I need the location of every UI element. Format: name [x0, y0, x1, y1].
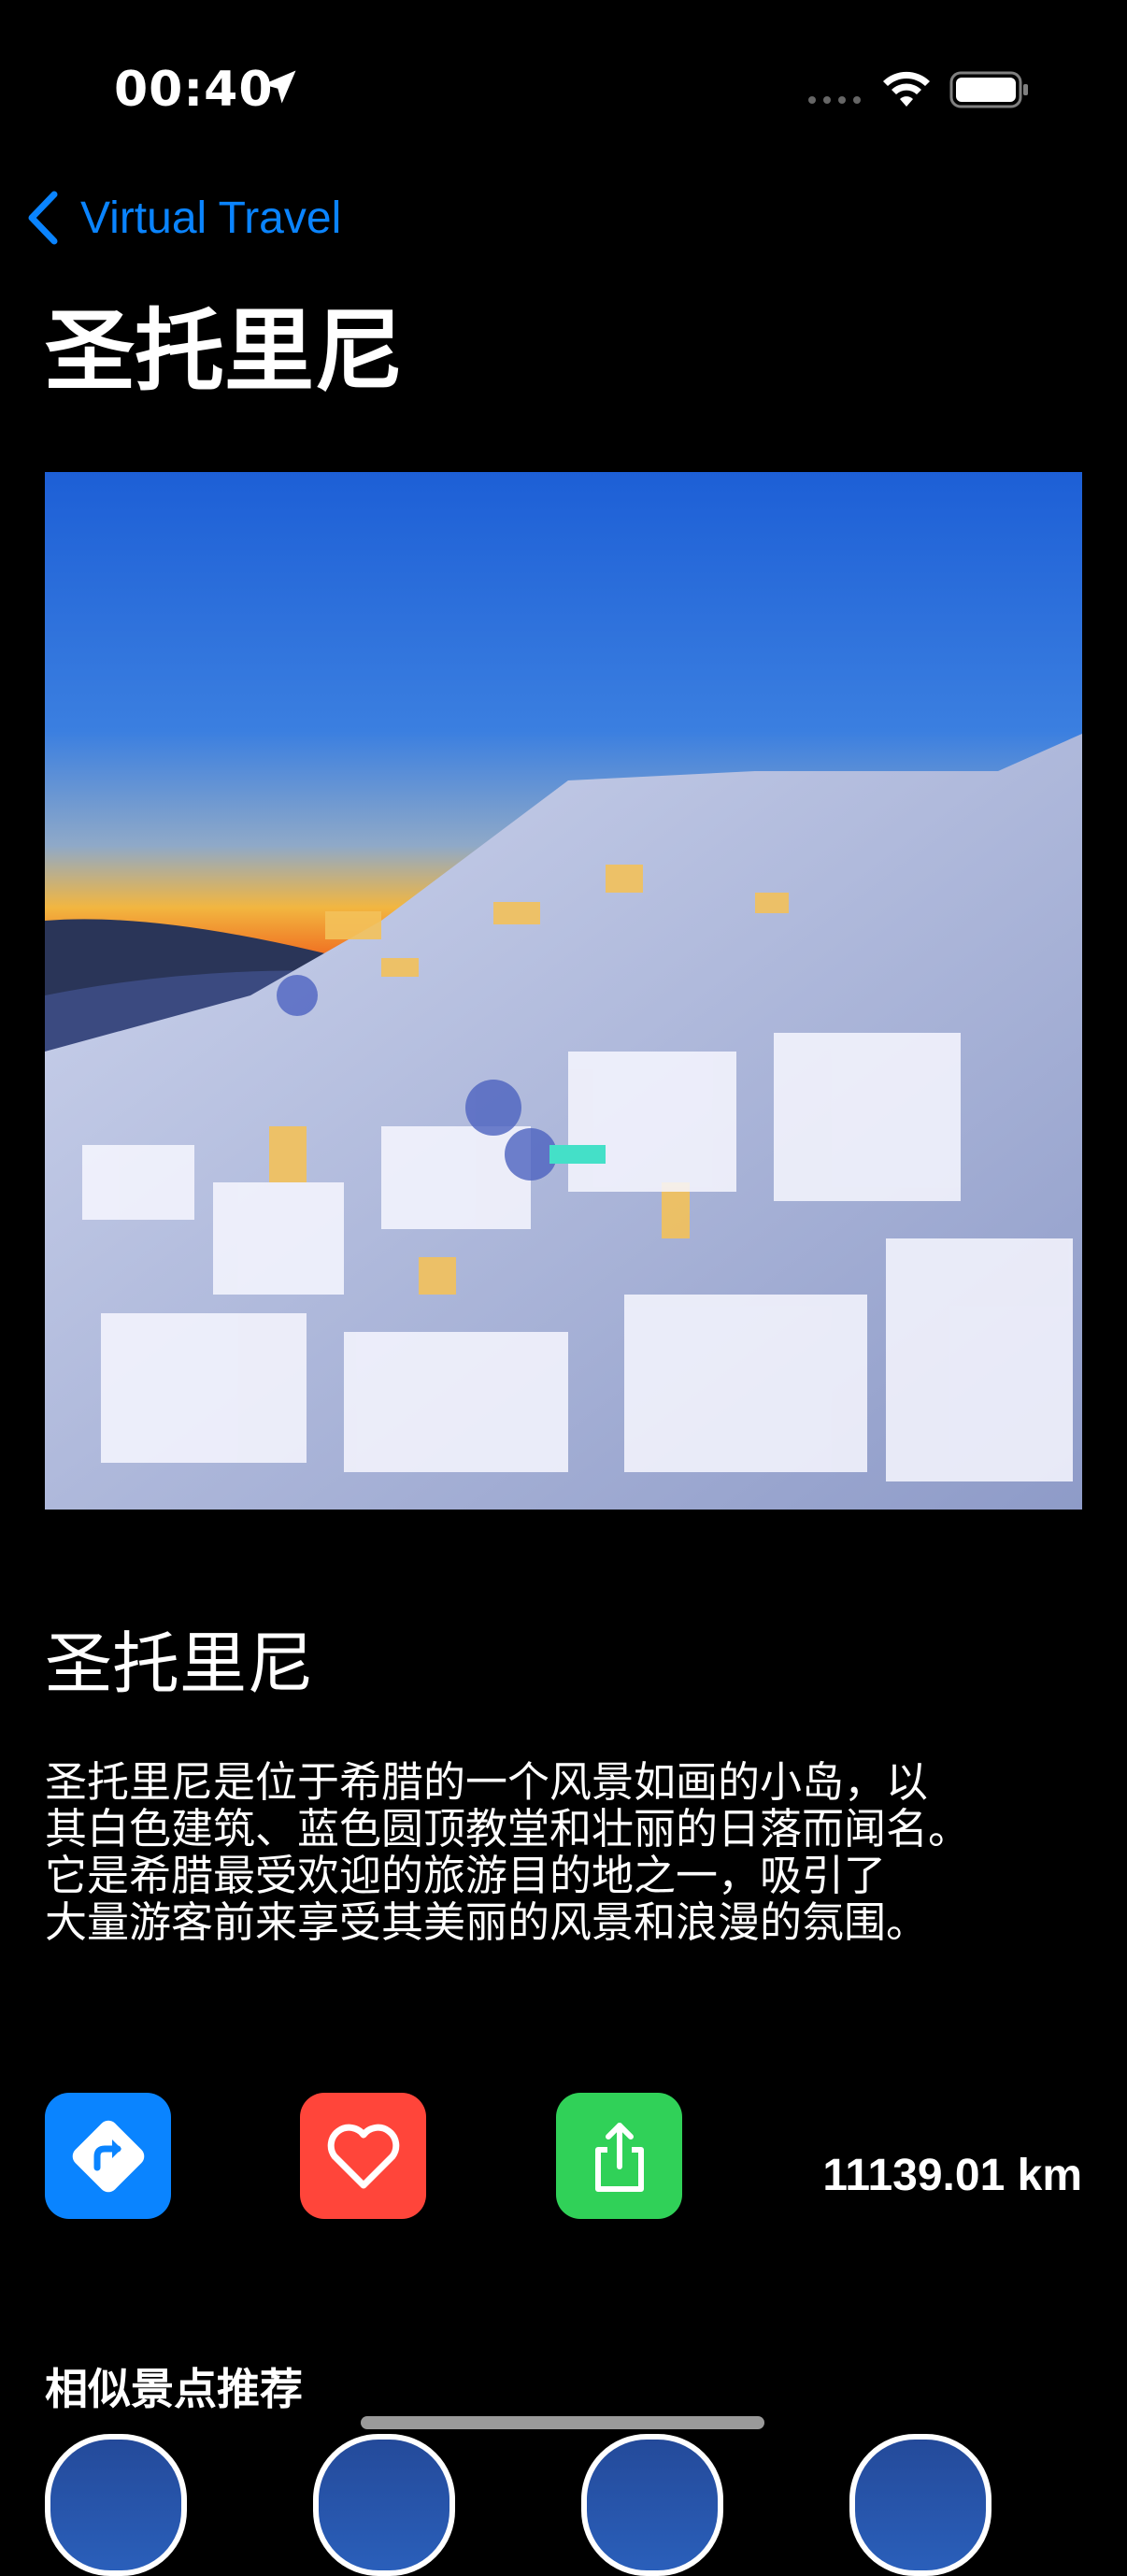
cellular-signal-icon: [808, 96, 861, 104]
share-icon: [594, 2122, 644, 2192]
detail-description: 圣托里尼是位于希腊的一个风景如画的小岛，以 其白色建筑、蓝色圆顶教堂和壮丽的日落…: [45, 1757, 971, 1947]
wifi-icon: [883, 71, 930, 107]
distance-value: 11139.01 km: [822, 2151, 1082, 2200]
similar-item[interactable]: [849, 2434, 991, 2576]
back-button-label: Virtual Travel: [80, 193, 342, 243]
directions-icon: [72, 2120, 144, 2192]
similar-item[interactable]: [313, 2434, 455, 2576]
status-time: 00:40: [114, 62, 274, 118]
similar-item[interactable]: [45, 2434, 187, 2576]
hero-image: [45, 472, 1082, 1510]
detail-title: 圣托里尼: [45, 1624, 315, 1703]
similar-list: [45, 2434, 991, 2576]
similar-item[interactable]: [581, 2434, 723, 2576]
home-indicator: [361, 2416, 764, 2429]
share-button[interactable]: [556, 2093, 682, 2219]
status-bar: 00:40: [0, 0, 1127, 178]
page-title: 圣托里尼: [45, 299, 404, 404]
similar-section-title: 相似景点推荐: [45, 2364, 303, 2414]
favorite-button[interactable]: [300, 2093, 426, 2219]
chevron-left-icon: [28, 191, 58, 245]
back-button[interactable]: Virtual Travel: [24, 189, 341, 247]
location-arrow-icon: [263, 70, 296, 104]
battery-icon: [949, 71, 1028, 108]
heart-icon: [327, 2124, 399, 2188]
directions-button[interactable]: [45, 2093, 171, 2219]
